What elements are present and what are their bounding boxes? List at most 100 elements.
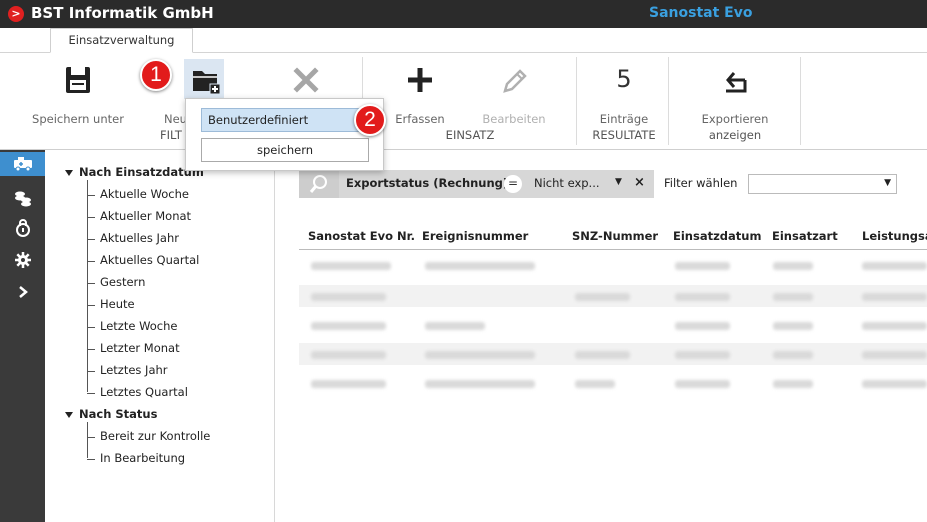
tree-item[interactable]: Heute [100, 297, 135, 311]
table-header: Sanostat Evo Nr. Ereignisnummer SNZ-Numm… [299, 222, 927, 250]
expand-triangle-icon [65, 411, 73, 418]
tree-item[interactable]: Letzter Monat [100, 341, 180, 355]
title-bar: > BST Informatik GmbH Sanostat Evo [0, 0, 927, 28]
pencil-icon [503, 69, 527, 93]
export-label: Exportieren [701, 112, 769, 126]
column-header[interactable]: Leistungsa [862, 229, 927, 243]
search-icon [309, 175, 327, 193]
ribbon-toolbar: Speichern unter Neu FILT Erfassen Bearbe… [0, 53, 927, 150]
filter-add-select[interactable]: ▼ [748, 174, 897, 194]
tree-item[interactable]: Aktueller Monat [100, 209, 191, 223]
save-icon [66, 67, 90, 93]
export-button[interactable]: Exportieren [690, 63, 780, 126]
lock-icon [15, 219, 30, 237]
export-icon [726, 72, 747, 93]
einsatz-group-label: EINSATZ [445, 128, 495, 142]
ribbon-separator [576, 57, 577, 145]
tree-branch-line [87, 261, 95, 262]
column-header[interactable]: Ereignisnummer [422, 229, 528, 243]
column-header[interactable]: SNZ-Nummer [572, 229, 658, 243]
expand-triangle-icon [65, 169, 73, 176]
nav-expand[interactable] [0, 280, 45, 304]
filter-value[interactable]: Nicht exp... [534, 176, 600, 190]
new-filter-menu: Benutzerdefiniert speichern [185, 98, 384, 171]
chevron-right-icon [18, 286, 28, 298]
step-callout-2: 2 [354, 104, 386, 136]
nav-einsatz[interactable] [0, 152, 45, 176]
tree-branch-line [87, 305, 95, 306]
tab-strip: Einsatzverwaltung [0, 28, 927, 53]
tree-branch-line [87, 195, 95, 196]
menu-item-benutzerdefiniert[interactable]: Benutzerdefiniert [201, 108, 369, 132]
tree-branch-line [87, 239, 95, 240]
table-row[interactable] [299, 372, 927, 394]
create-entry-label: Erfassen [395, 112, 445, 126]
tree-branch-line [87, 283, 95, 284]
tree-item[interactable]: Aktuelles Quartal [100, 253, 199, 267]
delete-filter-button[interactable] [286, 63, 326, 99]
anzeigen-group-label: anzeigen [708, 128, 762, 142]
filter-operator[interactable]: = [504, 175, 522, 193]
filter-field-label[interactable]: Exportstatus (Rechnung) [346, 176, 508, 190]
create-entry-button[interactable]: Erfassen [390, 63, 450, 126]
tree-branch-line [87, 437, 95, 438]
entries-count-value: 5 [616, 65, 632, 93]
nav-security[interactable] [0, 216, 45, 240]
table-row[interactable] [299, 314, 927, 336]
table-row[interactable] [299, 254, 927, 276]
ribbon-separator [668, 57, 669, 145]
product-name: Sanostat Evo [649, 5, 753, 21]
entries-label: Einträge [599, 112, 649, 126]
save-as-label: Speichern unter [32, 112, 124, 126]
filter-bar: Exportstatus (Rechnung) = Nicht exp... ▼… [299, 170, 897, 198]
ribbon-separator [800, 57, 801, 145]
tree-branch-line [87, 459, 95, 460]
gear-icon [14, 252, 31, 268]
column-header[interactable]: Sanostat Evo Nr. [308, 229, 415, 243]
filter-remove-button[interactable]: × [634, 175, 645, 190]
step-callout-1: 1 [140, 59, 172, 91]
coins-icon [14, 191, 31, 207]
menu-item-speichern[interactable]: speichern [201, 138, 369, 162]
close-icon [293, 67, 319, 93]
chevron-down-icon[interactable]: ▼ [615, 177, 622, 187]
tree-line [87, 180, 88, 392]
entries-count: 5 Einträge [588, 63, 660, 126]
ambulance-icon [13, 157, 32, 172]
edit-entry-label: Bearbeiten [482, 112, 546, 126]
tree-item[interactable]: Gestern [100, 275, 145, 289]
tree-branch-line [87, 217, 95, 218]
tree-branch-line [87, 371, 95, 372]
table-row[interactable] [299, 285, 927, 307]
tree-section-label: Nach Status [79, 407, 158, 421]
company-name: BST Informatik GmbH [31, 4, 214, 22]
column-header[interactable]: Einsatzdatum [673, 229, 761, 243]
plus-icon [408, 68, 432, 92]
nav-finance[interactable] [0, 186, 45, 210]
tree-item[interactable]: Letzte Woche [100, 319, 178, 333]
tree-item[interactable]: Letztes Jahr [100, 363, 168, 377]
tab-einsatzverwaltung[interactable]: Einsatzverwaltung [50, 28, 193, 53]
tree-item[interactable]: Bereit zur Kontrolle [100, 429, 210, 443]
tree-item[interactable]: In Bearbeitung [100, 451, 185, 465]
resultate-group-label: RESULTATE [592, 128, 656, 142]
table-row[interactable] [299, 343, 927, 365]
tree-item[interactable]: Aktuelle Woche [100, 187, 189, 201]
tree-branch-line [87, 349, 95, 350]
filter-search-button[interactable] [299, 170, 339, 198]
tree-branch-line [87, 393, 95, 394]
company-logo-icon: > [8, 6, 24, 22]
tree-section-status[interactable]: Nach Status [65, 407, 157, 421]
column-header[interactable]: Einsatzart [772, 229, 838, 243]
tree-section-einsatzdatum[interactable]: Nach Einsatzdatum [65, 165, 204, 179]
filter-tree: Nach Einsatzdatum Aktuelle Woche Aktuelle… [45, 150, 275, 522]
edit-entry-button[interactable]: Bearbeiten [478, 63, 550, 126]
tree-item[interactable]: Letztes Quartal [100, 385, 188, 399]
filter-add-label: Filter wählen [664, 176, 738, 190]
save-as-button[interactable]: Speichern unter [26, 63, 130, 126]
folder-add-icon [193, 71, 221, 95]
nav-settings[interactable] [0, 248, 45, 272]
tree-line [87, 422, 88, 458]
left-nav-bar [0, 150, 45, 522]
tree-item[interactable]: Aktuelles Jahr [100, 231, 179, 245]
